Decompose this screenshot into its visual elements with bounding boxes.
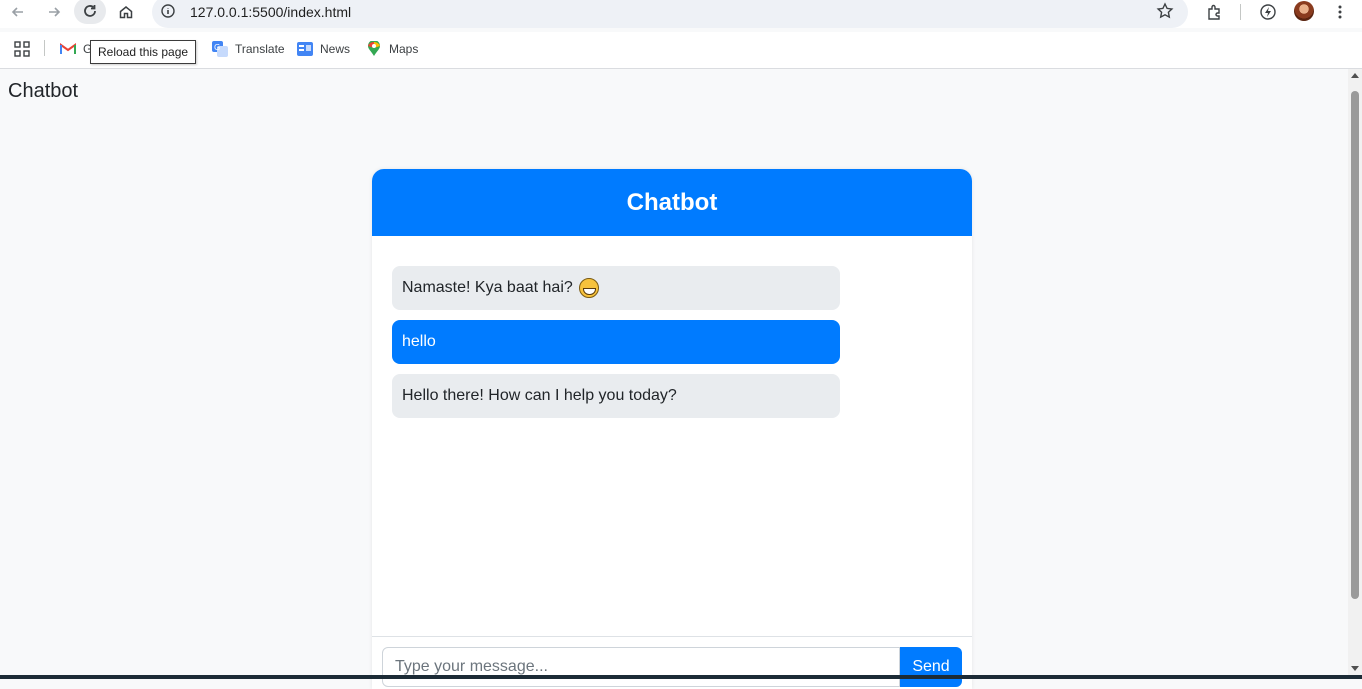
bookmark-maps[interactable]: Maps — [366, 40, 418, 58]
svg-text:G: G — [214, 43, 220, 52]
bookmark-gmail[interactable]: G — [60, 40, 92, 58]
google-news-icon — [297, 41, 313, 57]
page-scrollbar[interactable] — [1348, 69, 1362, 675]
bookmarks-bar: G G Translate News Maps — [0, 32, 1362, 69]
bookmark-translate[interactable]: G Translate — [212, 40, 285, 58]
chat-container: Chatbot Namaste! Kya baat hai? hello Hel… — [372, 169, 972, 689]
performance-icon[interactable] — [1256, 0, 1280, 24]
browser-toolbar: 127.0.0.1:5500/index.html — [0, 0, 1362, 28]
back-button[interactable] — [4, 0, 32, 24]
user-message: hello — [392, 320, 840, 364]
google-maps-icon — [366, 41, 382, 57]
scroll-up-arrow-icon[interactable] — [1351, 73, 1359, 78]
bookmark-news[interactable]: News — [297, 40, 350, 58]
bookmarks-divider — [44, 40, 45, 56]
scroll-down-arrow-icon[interactable] — [1351, 666, 1359, 671]
bot-message: Namaste! Kya baat hai? — [392, 266, 840, 310]
home-icon — [119, 6, 133, 19]
chat-header: Chatbot — [372, 169, 972, 236]
message-input[interactable] — [382, 647, 900, 687]
grinning-face-emoji-icon — [578, 278, 599, 298]
scroll-thumb[interactable] — [1351, 91, 1359, 599]
menu-kebab-icon[interactable] — [1328, 0, 1352, 24]
message-text: hello — [402, 333, 436, 350]
bookmark-label: News — [320, 42, 351, 56]
bookmark-label: Translate — [235, 42, 285, 56]
forward-button[interactable] — [40, 0, 68, 24]
message-list: Namaste! Kya baat hai? hello Hello there… — [392, 266, 840, 428]
reload-icon — [84, 5, 96, 17]
message-text: Hello there! How can I help you today? — [402, 387, 677, 404]
apps-grid-button[interactable] — [14, 40, 30, 58]
send-button[interactable]: Send — [900, 647, 962, 687]
address-bar[interactable]: 127.0.0.1:5500/index.html — [152, 0, 1188, 28]
toolbar-divider — [1240, 4, 1241, 20]
taskbar-edge — [0, 675, 1362, 679]
extensions-icon[interactable] — [1203, 0, 1227, 24]
chat-title: Chatbot — [626, 188, 718, 216]
gmail-icon — [60, 41, 76, 57]
bookmark-label: Maps — [389, 42, 419, 56]
apps-grid-icon — [14, 41, 30, 57]
site-info-icon[interactable] — [160, 3, 176, 24]
page-title: Chatbot — [8, 80, 79, 102]
reload-tooltip: Reload this page — [90, 40, 197, 64]
reload-button[interactable] — [74, 0, 106, 24]
back-arrow-icon — [11, 7, 23, 17]
google-translate-icon: G — [212, 41, 228, 57]
message-text: Namaste! Kya baat hai? — [402, 279, 573, 296]
forward-arrow-icon — [49, 7, 61, 17]
url-text: 127.0.0.1:5500/index.html — [190, 4, 352, 20]
bot-message: Hello there! How can I help you today? — [392, 374, 840, 418]
profile-avatar[interactable] — [1294, 1, 1314, 21]
bookmark-star-icon[interactable] — [1156, 2, 1174, 25]
chat-input-row: Send — [372, 636, 972, 689]
home-button[interactable] — [112, 0, 140, 24]
